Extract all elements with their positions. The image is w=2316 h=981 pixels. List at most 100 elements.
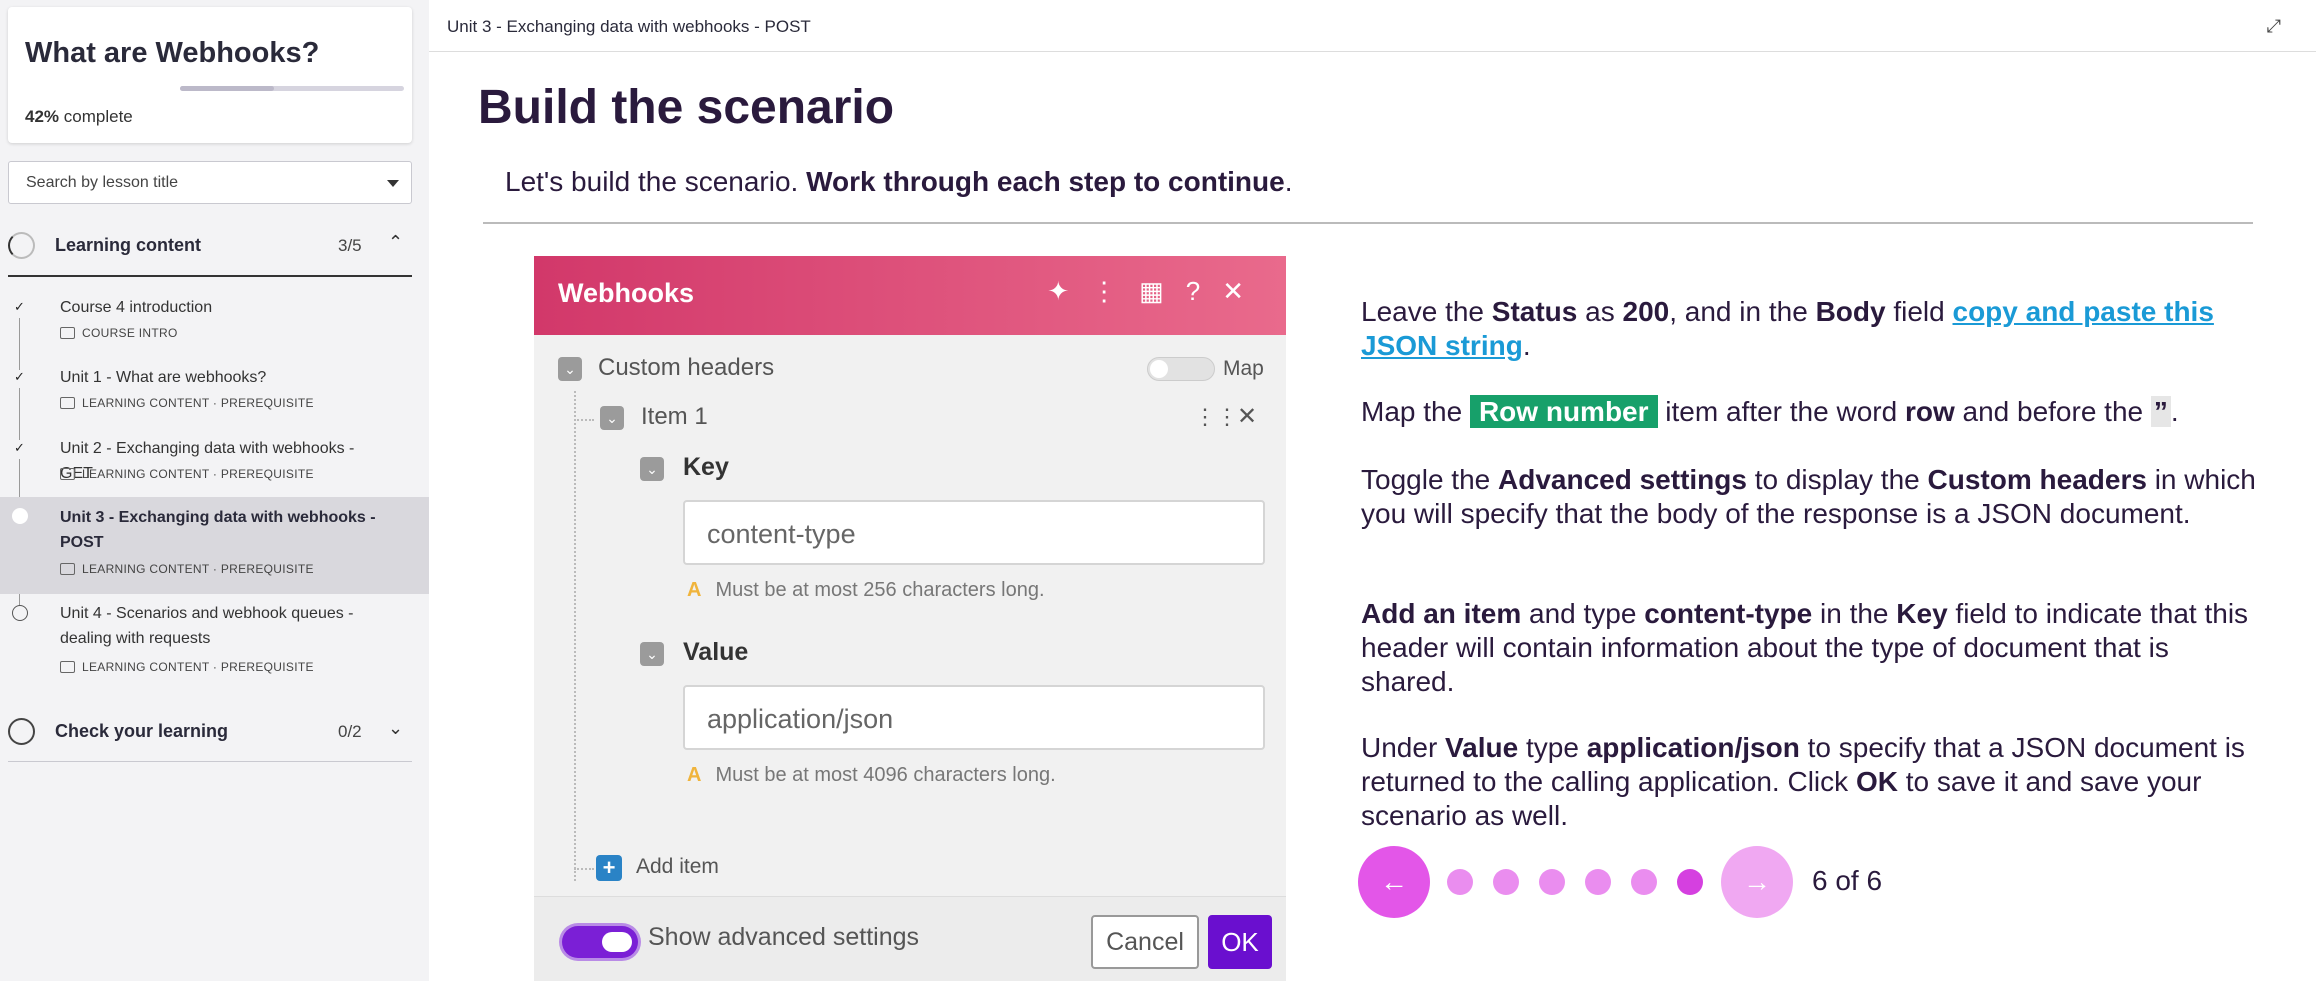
sidebar: What are Webhooks? 42% complete Search b… [0, 0, 429, 981]
lesson-meta-text: LEARNING CONTENT · PREREQUISITE [82, 467, 314, 481]
section-learning-content[interactable]: Learning content 3/5 ⌃ [0, 220, 412, 270]
step-dot[interactable] [1631, 869, 1657, 895]
step-dot[interactable] [1493, 869, 1519, 895]
ok-button: OK [1208, 915, 1272, 969]
lesson-meta: LEARNING CONTENT · PREREQUISITE [60, 467, 314, 481]
warning-icon: A [687, 764, 702, 786]
text-bold: Custom headers [1927, 464, 2147, 495]
lesson-type-icon [60, 397, 75, 409]
expand-icon[interactable]: ⤢ [2267, 16, 2281, 37]
progress-text: 42% complete [25, 107, 133, 127]
lesson-meta: LEARNING CONTENT · PREREQUISITE [60, 660, 314, 674]
help-icon: ? [1185, 276, 1223, 306]
map-label: Map [1223, 357, 1264, 380]
lesson-meta-text: LEARNING CONTENT · PREREQUISITE [82, 562, 314, 576]
lesson-type-icon [60, 327, 75, 339]
lesson-item[interactable]: ✓ Unit 2 - Exchanging data with webhooks… [0, 431, 429, 493]
add-item-icon: + [596, 855, 622, 881]
step-dot[interactable] [1677, 869, 1703, 895]
cancel-button: Cancel [1091, 915, 1199, 969]
dialog-title: Webhooks [558, 278, 695, 308]
text: Map the [1361, 396, 1470, 427]
text-bold: Key [1896, 598, 1948, 629]
next-step-button[interactable]: → [1721, 846, 1793, 918]
empty-circle-icon [8, 718, 35, 745]
lesson-item[interactable]: ✓ Course 4 introduction COURSE INTRO [0, 290, 429, 350]
text-bold: Body [1815, 296, 1886, 327]
text-bold: Advanced settings [1498, 464, 1747, 495]
text-bold: Value [1445, 732, 1519, 763]
step-counter: 6 of 6 [1812, 865, 1883, 896]
previous-step-button[interactable]: ← [1358, 846, 1430, 918]
text-bold: Status [1491, 296, 1578, 327]
key-value: content-type [707, 519, 856, 549]
value-label: Value [683, 638, 749, 666]
lesson-meta-text: LEARNING CONTENT · PREREQUISITE [82, 396, 314, 410]
key-label: Key [683, 453, 729, 481]
custom-headers-label: Custom headers [598, 354, 775, 381]
lesson-search-select[interactable]: Search by lesson title [8, 161, 412, 204]
key-field: content-type [683, 500, 1265, 565]
fullscreen-icon: ▦ [1139, 276, 1186, 306]
content-divider [483, 222, 2253, 224]
lesson-item[interactable]: Unit 4 - Scenarios and webhook queues - … [0, 600, 429, 680]
step-dot[interactable] [1585, 869, 1611, 895]
more-icon: ⋮ [1091, 276, 1140, 306]
intro-bold: Work through each step to continue [806, 166, 1285, 197]
lesson-type-icon [60, 468, 75, 480]
tree-line [574, 419, 594, 421]
unit-title: Unit 3 - Exchanging data with webhooks -… [447, 17, 811, 36]
item-label: Item 1 [641, 403, 708, 430]
text: , and in the [1669, 296, 1816, 327]
webhooks-dialog-image: Webhooks ✦⋮▦?✕ ⌄ Custom headers Map ⌄ It… [534, 256, 1286, 981]
lesson-meta: LEARNING CONTENT · PREREQUISITE [60, 396, 314, 410]
lesson-meta: COURSE INTRO [60, 326, 178, 340]
text: and before the [1954, 396, 2151, 427]
instruction-step-4: Add an item and type content-type in the… [1361, 597, 2266, 699]
intro-plain: Let's build the scenario. [505, 166, 799, 197]
text: type [1518, 732, 1587, 763]
course-card: What are Webhooks? 42% complete [8, 7, 412, 143]
lesson-search-placeholder: Search by lesson title [26, 174, 179, 191]
row-number-pill: Row number [1469, 395, 1658, 428]
progress-bar-fill [180, 86, 275, 91]
lesson-item-current[interactable]: Unit 3 - Exchanging data with webhooks -… [0, 497, 429, 594]
section-divider [8, 275, 412, 277]
text-bold: Add an item [1361, 598, 1522, 629]
step-dot[interactable] [1539, 869, 1565, 895]
value-warning-text: Must be at most 4096 characters long. [715, 764, 1056, 786]
lesson-item[interactable]: ✓ Unit 1 - What are webhooks? LEARNING C… [0, 360, 429, 422]
instruction-step-5: Under Value type application/json to spe… [1361, 731, 2266, 833]
drag-handle-icon: ⋮⋮ [1194, 404, 1238, 429]
incomplete-circle-icon [12, 605, 28, 621]
tree-line [574, 391, 576, 881]
text: in the [1812, 598, 1897, 629]
show-advanced-label: Show advanced settings [648, 923, 920, 951]
text: Under [1361, 732, 1446, 763]
arrow-left-icon: ← [1380, 866, 1408, 897]
instruction-step-1: Leave the Status as 200, and in the Body… [1361, 295, 2266, 363]
section-check-your-learning[interactable]: Check your learning 0/2 ⌄ [0, 706, 412, 756]
lesson-title: Unit 3 - Exchanging data with webhooks -… [60, 509, 376, 551]
page-title: Build the scenario [478, 81, 895, 134]
remove-item-icon: ✕ [1237, 403, 1258, 430]
chevron-up-icon: ⌃ [388, 232, 404, 252]
text: as [1577, 296, 1623, 327]
lesson-title: Course 4 introduction [60, 299, 213, 316]
dialog-footer: Show advanced settings Cancel OK [534, 896, 1286, 981]
step-dot[interactable] [1447, 869, 1473, 895]
close-icon: ✕ [1222, 276, 1266, 306]
check-icon: ✓ [14, 440, 25, 455]
lesson-content: Unit 3 - Exchanging data with webhooks -… [429, 0, 2316, 981]
progress-label: complete [63, 107, 133, 126]
advanced-settings-toggle [562, 926, 638, 958]
intro-text: Let's build the scenario. Work through e… [505, 166, 1293, 198]
text: . [2170, 396, 2179, 427]
intro-end: . [1284, 166, 1293, 197]
dialog-header-icons: ✦⋮▦?✕ [1047, 276, 1266, 307]
map-toggle [1147, 357, 1215, 381]
text-bold: application/json [1586, 732, 1800, 763]
lesson-meta-text: COURSE INTRO [82, 326, 178, 340]
lesson-meta: LEARNING CONTENT · PREREQUISITE [60, 562, 314, 576]
progress-bar [180, 86, 404, 91]
